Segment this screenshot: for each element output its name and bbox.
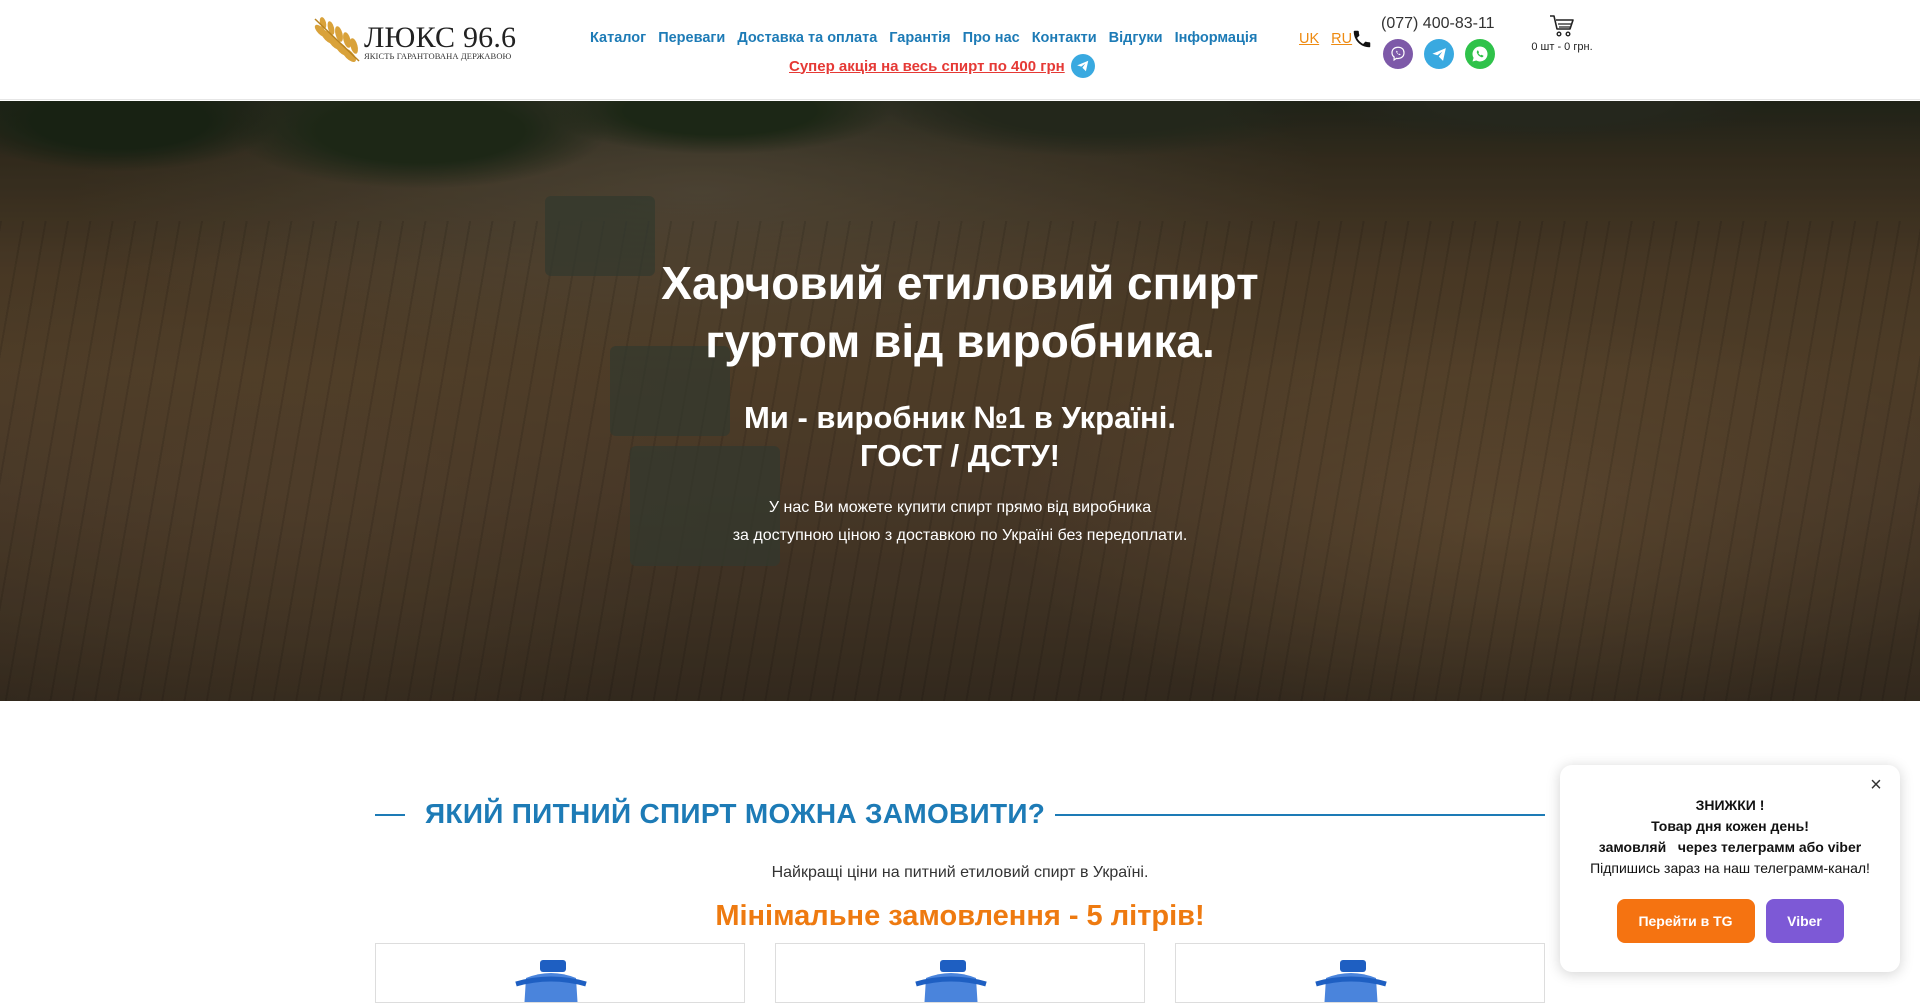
whatsapp-icon[interactable] <box>1465 39 1495 69</box>
telegram-icon[interactable] <box>1070 54 1095 78</box>
site-header: ЛЮКС 96.6 ЯКІСТЬ ГАРАНТОВАНА ДЕРЖАВОЮ Ка… <box>0 0 1920 100</box>
lang-uk[interactable]: UK <box>1299 31 1319 47</box>
hero-description-line: У нас Ви можете купити спирт прямо від в… <box>768 499 1152 516</box>
cart-icon <box>1550 15 1574 37</box>
hero-title: Харчовий етиловий спирт гуртом від вироб… <box>560 254 1360 370</box>
nav-item-advantages[interactable]: Переваги <box>658 30 725 48</box>
section-title: ЯКИЙ ПИТНИЙ СПИРТ МОЖНА ЗАМОВИТИ? <box>425 798 1046 829</box>
popup-line: Підпишись зараз на наш телеграмм-канал! <box>1590 860 1870 876</box>
language-switcher: UK RU <box>1299 31 1352 47</box>
popup-line: замовляй через телеграмм або viber <box>1598 839 1862 855</box>
promo-link[interactable]: Супер акція на весь спирт по 400 грн <box>789 58 1065 75</box>
section-heading: ЯКИЙ ПИТНИЙ СПИРТ МОЖНА ЗАМОВИТИ? <box>375 798 1545 832</box>
promo-banner: Супер акція на весь спирт по 400 грн <box>789 53 1095 79</box>
telegram-icon[interactable] <box>1424 39 1454 69</box>
hero-subtitle-line: ГОСТ / ДСТУ! <box>860 438 1060 473</box>
hero-description-line: за доступною ціною з доставкою по Україн… <box>732 527 1188 544</box>
nav-item-delivery[interactable]: Доставка та оплата <box>737 30 877 48</box>
bottle-image <box>1315 960 1387 1002</box>
hero-subtitle-line: Ми - виробник №1 в Україні. <box>743 400 1177 435</box>
product-card[interactable] <box>775 943 1145 1003</box>
cart-summary: 0 шт - 0 грн. <box>1531 41 1593 53</box>
lang-ru[interactable]: RU <box>1331 31 1352 47</box>
close-icon[interactable]: × <box>1866 775 1886 795</box>
bottle-image <box>915 960 987 1002</box>
nav-item-guarantee[interactable]: Гарантія <box>889 30 950 48</box>
phone-icon <box>1353 30 1371 48</box>
discount-popup: × ЗНИЖКИ ! Товар дня кожен день! замовля… <box>1560 765 1900 972</box>
nav-item-reviews[interactable]: Відгуки <box>1109 30 1163 48</box>
hero-description: У нас Ви можете купити спирт прямо від в… <box>560 494 1360 550</box>
popup-text: ЗНИЖКИ ! Товар дня кожен день! замовляй … <box>1560 795 1900 879</box>
product-card[interactable] <box>1175 943 1545 1003</box>
cart[interactable]: 0 шт - 0 грн. <box>1520 14 1604 53</box>
logo-title: ЛЮКС 96.6 <box>364 21 517 54</box>
nav-item-catalog[interactable]: Каталог <box>590 30 646 48</box>
wheat-icon <box>314 17 360 62</box>
site-logo[interactable]: ЛЮКС 96.6 ЯКІСТЬ ГАРАНТОВАНА ДЕРЖАВОЮ <box>309 15 525 65</box>
section-description: Найкращі ціни на питний етиловий спирт в… <box>771 864 1149 881</box>
hero-banner: Харчовий етиловий спирт гуртом від вироб… <box>0 101 1920 701</box>
heading-divider-right <box>1055 814 1545 816</box>
viber-button[interactable]: Viber <box>1765 899 1844 943</box>
go-to-telegram-button[interactable]: Перейти в TG <box>1616 899 1755 943</box>
main-nav: Каталог Переваги Доставка та оплата Гара… <box>590 30 1257 48</box>
min-order-notice: Мінімальне замовлення - 5 літрів! <box>715 900 1205 932</box>
hero-title-line: гуртом від виробника. <box>705 315 1215 367</box>
popup-buttons: Перейти в TG Viber <box>1560 899 1900 943</box>
nav-item-info[interactable]: Інформація <box>1175 30 1258 48</box>
nav-item-contacts[interactable]: Контакти <box>1032 30 1097 48</box>
heading-divider-left <box>375 814 405 816</box>
product-card[interactable] <box>375 943 745 1003</box>
bottle-image <box>515 960 587 1002</box>
popup-line: Товар дня кожен день! <box>1651 818 1809 834</box>
nav-item-about[interactable]: Про нас <box>963 30 1020 48</box>
logo-subtitle: ЯКІСТЬ ГАРАНТОВАНА ДЕРЖАВОЮ <box>364 51 512 61</box>
popup-heading: ЗНИЖКИ ! <box>1695 797 1765 813</box>
hero-title-line: Харчовий етиловий спирт <box>661 257 1259 309</box>
hero-subtitle: Ми - виробник №1 в Україні. ГОСТ / ДСТУ! <box>560 399 1360 475</box>
viber-icon[interactable] <box>1383 39 1413 69</box>
phone-number[interactable]: (077) 400-83-11 <box>1381 15 1495 33</box>
